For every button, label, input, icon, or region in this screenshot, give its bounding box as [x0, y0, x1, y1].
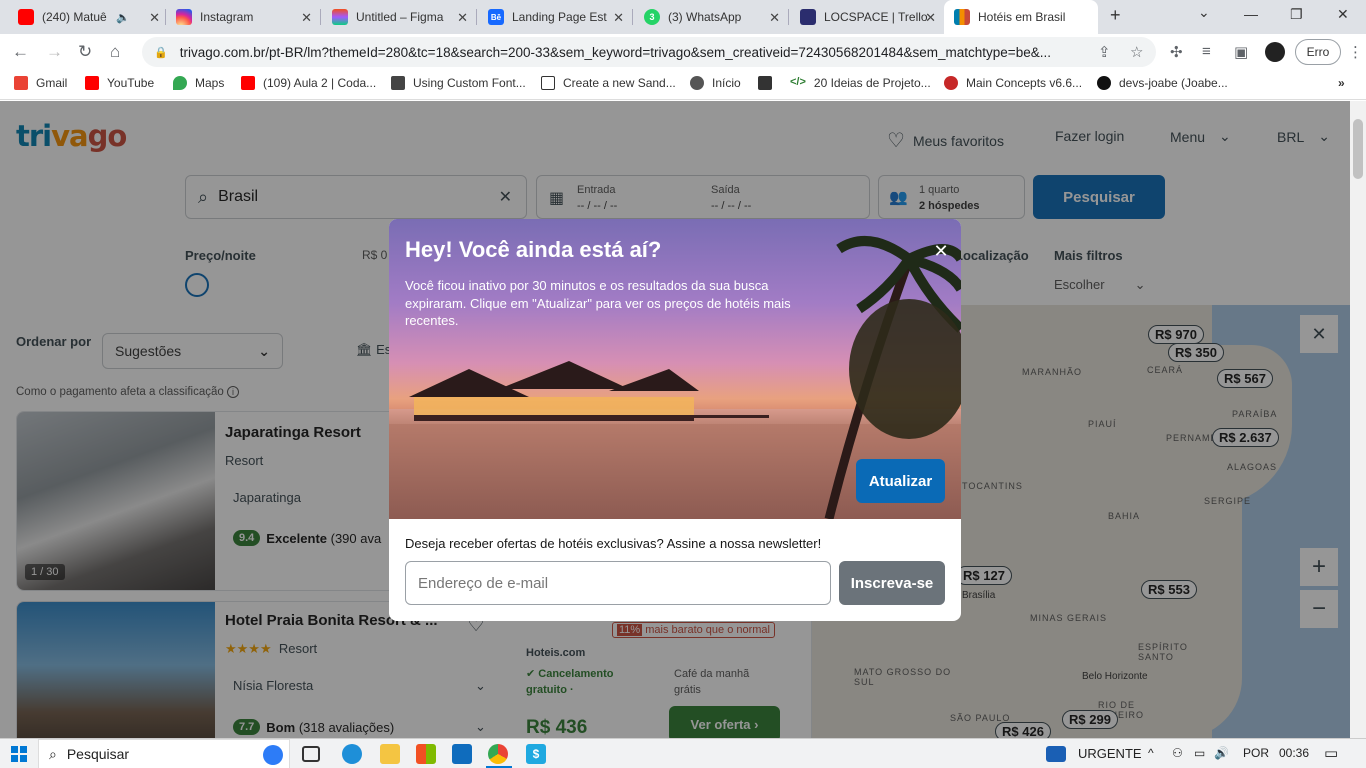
mail-icon[interactable] — [452, 744, 472, 764]
error-button[interactable]: Erro — [1295, 39, 1341, 65]
app-icon[interactable]: $ — [526, 744, 546, 764]
windows-taskbar: ⌕ Pesquisar $ URGENTE ^ ⚇ ▭ 🔊 POR 00:36 … — [0, 738, 1366, 768]
media-icon[interactable]: ≡ — [1202, 43, 1211, 60]
close-tab-icon[interactable]: ✕ — [149, 10, 160, 26]
scrollbar-thumb[interactable] — [1353, 119, 1363, 179]
email-input[interactable]: Endereço de e-mail — [405, 561, 831, 605]
tab-youtube[interactable]: (240) Matuê 🔈 ✕ — [8, 0, 168, 34]
figma-icon — [332, 9, 348, 25]
close-tab-icon[interactable]: ✕ — [769, 10, 780, 26]
lock-icon[interactable]: 🔒 — [154, 46, 168, 59]
tab-bar: (240) Matuê 🔈 ✕ Instagram ✕ Untitled – F… — [0, 0, 1366, 34]
sidepanel-icon[interactable]: ▣ — [1234, 43, 1248, 61]
trivago-icon — [954, 9, 970, 25]
react-icon — [944, 76, 958, 90]
page-scrollbar[interactable] — [1350, 101, 1366, 738]
bing-icon[interactable] — [263, 745, 283, 765]
bookmark-sandbox[interactable]: Create a new Sand... — [541, 76, 676, 90]
close-tab-icon[interactable]: ✕ — [613, 10, 624, 26]
news-label[interactable]: URGENTE — [1078, 746, 1142, 761]
bookmark-ideias[interactable]: </> 20 Ideias de Projeto... — [790, 76, 931, 90]
share-icon[interactable]: ⇪ — [1098, 43, 1111, 61]
back-icon[interactable]: ← — [12, 42, 29, 62]
tab-instagram[interactable]: Instagram ✕ — [166, 0, 320, 34]
browser-toolbar: ← → ↻ ⌂ 🔒 trivago.com.br/pt-BR/lm?themeI… — [0, 34, 1366, 70]
forward-icon[interactable]: → — [46, 42, 63, 62]
site-icon — [391, 76, 405, 90]
subscribe-button[interactable]: Inscreva-se — [839, 561, 945, 605]
news-icon[interactable] — [1046, 746, 1066, 762]
task-view-icon[interactable] — [302, 746, 320, 762]
language-label[interactable]: POR — [1243, 746, 1269, 760]
chrome-icon[interactable] — [488, 744, 508, 764]
extensions-icon[interactable]: ✣ — [1170, 43, 1183, 61]
modal-description: Você ficou inativo por 30 minutos e os r… — [405, 278, 791, 328]
github-icon — [1097, 76, 1111, 90]
bookmark-maps[interactable]: Maps — [173, 76, 224, 90]
tab-figma[interactable]: Untitled – Figma ✕ — [322, 0, 476, 34]
bookmark-custom-font[interactable]: Using Custom Font... — [391, 76, 526, 90]
tray-chevron-icon[interactable]: ^ — [1148, 746, 1154, 760]
bookmark-devs-joabe[interactable]: devs-joabe (Joabe... — [1097, 76, 1228, 90]
edge-icon[interactable] — [342, 744, 362, 764]
close-tab-icon[interactable]: ✕ — [301, 10, 312, 26]
file-explorer-icon[interactable] — [380, 744, 400, 764]
notifications-icon[interactable]: ▭ — [1324, 744, 1338, 762]
address-bar[interactable]: 🔒 trivago.com.br/pt-BR/lm?themeId=280&tc… — [142, 37, 1156, 67]
close-window-icon[interactable]: ✕ — [1337, 6, 1349, 23]
bookmark-youtube[interactable]: YouTube — [85, 76, 154, 90]
close-tab-icon[interactable]: ✕ — [457, 10, 468, 26]
bookmark-main-concepts[interactable]: Main Concepts v6.6... — [944, 76, 1082, 90]
globe-icon — [690, 76, 704, 90]
newsletter-text: Deseja receber ofertas de hotéis exclusi… — [405, 536, 822, 551]
behance-icon: Bē — [488, 9, 504, 25]
windows-start-icon[interactable] — [11, 746, 27, 762]
tab-whatsapp[interactable]: 3 (3) WhatsApp ✕ — [634, 0, 788, 34]
close-tab-icon[interactable]: ✕ — [925, 10, 936, 26]
whatsapp-icon: 3 — [644, 9, 660, 25]
new-tab-icon[interactable]: + — [1110, 5, 1121, 26]
bookmark-dark[interactable] — [758, 76, 780, 90]
inactivity-modal: Hey! Você ainda está aí? Você ficou inat… — [389, 219, 961, 621]
people-tray-icon[interactable]: ⚇ — [1172, 746, 1183, 760]
volume-icon[interactable]: 🔊 — [1214, 746, 1229, 760]
speaker-icon[interactable]: 🔈 — [116, 11, 130, 24]
youtube-icon — [85, 76, 99, 90]
reload-icon[interactable]: ↻ — [78, 42, 92, 62]
update-button[interactable]: Atualizar — [856, 459, 945, 503]
bookmark-aula[interactable]: (109) Aula 2 | Coda... — [241, 76, 376, 90]
locspace-icon — [800, 9, 816, 25]
bookmark-gmail[interactable]: Gmail — [14, 76, 67, 90]
taskbar-search[interactable]: ⌕ Pesquisar — [38, 739, 290, 768]
profile-avatar-icon[interactable] — [1265, 42, 1285, 62]
close-icon[interactable]: ✕ — [927, 237, 955, 265]
tab-search-icon[interactable]: ⌄ — [1198, 4, 1210, 21]
site-icon — [758, 76, 772, 90]
tab-trivago[interactable]: Hotéis em Brasil — [944, 0, 1098, 34]
tab-behance[interactable]: Bē Landing Page Est ✕ — [478, 0, 632, 34]
modal-title: Hey! Você ainda está aí? — [405, 237, 662, 262]
restore-icon[interactable]: ❐ — [1290, 6, 1303, 23]
maps-icon — [173, 76, 187, 90]
bookmark-inicio[interactable]: Início — [690, 76, 741, 90]
sandbox-icon — [541, 76, 555, 90]
clock[interactable]: 00:36 — [1279, 746, 1309, 760]
kebab-menu-icon[interactable]: ⋮ — [1348, 43, 1363, 61]
home-icon[interactable]: ⌂ — [110, 42, 120, 62]
more-bookmarks-icon[interactable]: » — [1338, 76, 1345, 90]
youtube-icon — [241, 76, 255, 90]
search-icon: ⌕ — [49, 745, 57, 762]
code-icon: </> — [790, 76, 806, 88]
network-icon[interactable]: ▭ — [1194, 746, 1205, 760]
gmail-icon — [14, 76, 28, 90]
minimize-icon[interactable]: — — [1244, 6, 1258, 22]
tab-locspace[interactable]: LOCSPACE | Trello ✕ — [790, 0, 944, 34]
bookmarks-bar: Gmail YouTube Maps (109) Aula 2 | Coda..… — [0, 70, 1366, 100]
store-icon[interactable] — [416, 744, 436, 764]
instagram-icon — [176, 9, 192, 25]
youtube-icon — [18, 9, 34, 25]
bookmark-star-icon[interactable]: ☆ — [1130, 43, 1143, 61]
